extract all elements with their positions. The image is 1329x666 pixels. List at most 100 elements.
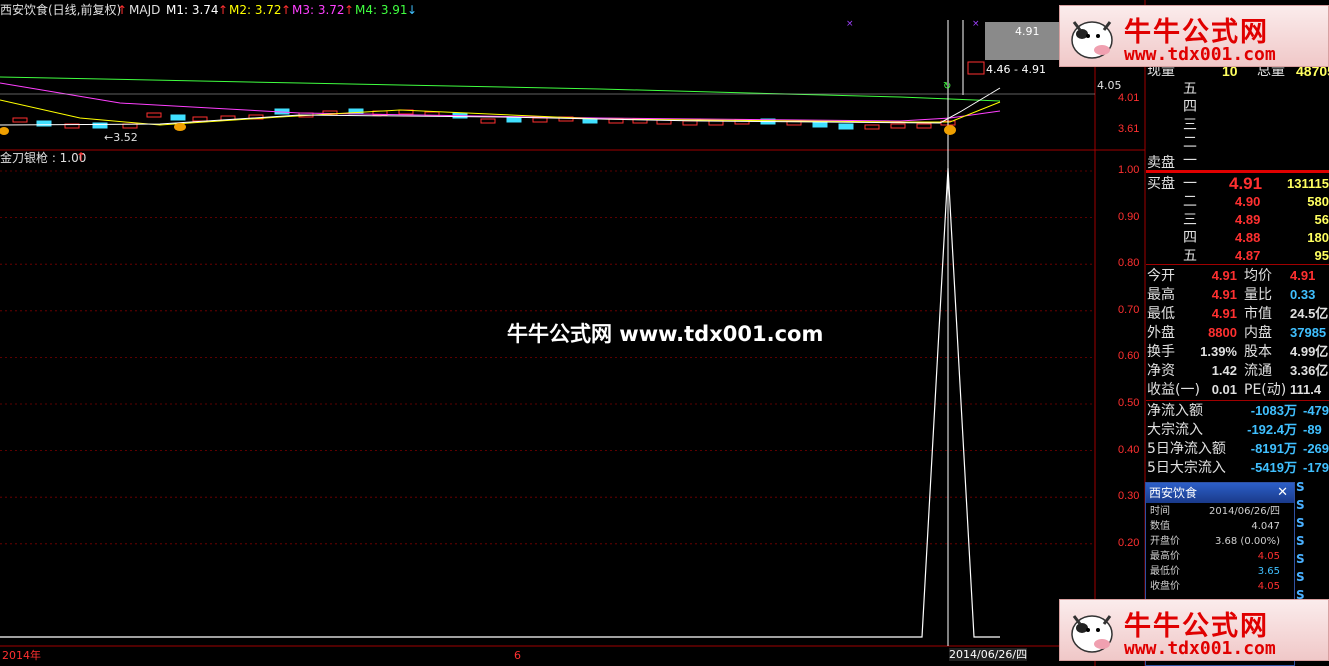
- flow-value: -1083万: [1250, 403, 1297, 418]
- tooltip-row-value: 3.68 (0.00%): [1214, 536, 1280, 547]
- buy-level-label: 三: [1183, 212, 1197, 228]
- price-ytick-2: 4.01: [1118, 92, 1140, 104]
- svg-text:×: ×: [846, 19, 854, 29]
- tooltip-row-key: 时间: [1150, 506, 1170, 517]
- stat-value: 0.01: [1211, 382, 1237, 397]
- s-letter: S: [1296, 534, 1305, 548]
- range-label: 4.46 - 4.91: [986, 63, 1046, 76]
- moving-average-lines: [0, 76, 1001, 126]
- ma-arrow-2: ↑: [281, 3, 292, 17]
- stat-key: 换手: [1147, 344, 1175, 360]
- flow-value: -192.4万: [1247, 422, 1297, 437]
- stat-key: 外盘: [1147, 325, 1175, 341]
- stat-value: 4.91: [1211, 287, 1237, 302]
- buy-level-volume: 56: [1314, 212, 1329, 227]
- tooltip-titlebar[interactable]: 西安饮食 ✕: [1146, 483, 1294, 503]
- indicator-ytick: 0.80: [1118, 257, 1140, 270]
- flow-key: 净流入额: [1147, 403, 1203, 419]
- buy-level-price: 4.87: [1235, 248, 1261, 263]
- tooltip-row-value: 3.65: [1257, 566, 1280, 577]
- tooltip-row-key: 最高价: [1150, 551, 1180, 562]
- candle: [890, 123, 906, 129]
- candle: [12, 117, 28, 123]
- candle: [192, 116, 208, 122]
- flow-key: 5日大宗流入: [1147, 460, 1226, 476]
- tooltip-title: 西安饮食: [1149, 486, 1198, 500]
- stat-value: 8800: [1208, 325, 1237, 340]
- tooltip-row-key: 最低价: [1150, 566, 1180, 577]
- flow-value: -89: [1303, 422, 1322, 437]
- sell-level-label: 三: [1183, 117, 1197, 133]
- s-letter: S: [1296, 552, 1305, 566]
- cow-icon: [1071, 21, 1113, 59]
- flow-key: 大宗流入: [1147, 422, 1203, 438]
- sell-level-label: 一: [1183, 153, 1197, 169]
- stat-value: 4.91: [1211, 268, 1237, 283]
- stat-key: 今开: [1147, 268, 1175, 284]
- stat-value: 24.5亿: [1290, 306, 1329, 321]
- tooltip-row-key: 数值: [1150, 521, 1170, 532]
- candle: [146, 112, 162, 118]
- stat-value: 37985: [1290, 325, 1327, 340]
- buy-label: 买盘: [1147, 176, 1175, 192]
- sell-level-label: 五: [1183, 81, 1197, 97]
- stat-value: 111.4: [1290, 382, 1322, 397]
- stat-value: 3.36亿: [1290, 363, 1329, 378]
- stat-key: 流通: [1244, 363, 1272, 379]
- candle: [838, 123, 854, 130]
- svg-text:×: ×: [972, 19, 980, 29]
- s-letter: S: [1296, 480, 1305, 494]
- stat-value: 4.99亿: [1290, 344, 1329, 359]
- ma-line: [0, 82, 1001, 122]
- stat-value: 1.39%: [1200, 344, 1237, 359]
- stat-key: 量比: [1244, 287, 1272, 303]
- close-icon[interactable]: ✕: [1277, 483, 1288, 503]
- stat-key: 净资: [1147, 363, 1175, 379]
- candle: [480, 118, 496, 124]
- s-letter: S: [1296, 570, 1305, 584]
- tooltip-row-value: 4.047: [1251, 521, 1280, 532]
- s-letter: S: [1296, 516, 1305, 530]
- tooltip-row-key: 开盘价: [1150, 536, 1180, 547]
- sell-level-label: 二: [1183, 135, 1197, 151]
- indicator-ytick: 0.50: [1118, 397, 1140, 409]
- ma-label-1: M1: 3.74: [166, 3, 219, 17]
- indicator-ytick: 0.20: [1118, 536, 1140, 549]
- stat-key: PE(动): [1244, 382, 1287, 398]
- buy-level-label: 四: [1183, 230, 1197, 246]
- flow-value: -5419万: [1250, 460, 1297, 475]
- watermark: 牛牛公式网 www.tdx001.com: [507, 322, 824, 346]
- indicator-name[interactable]: MAJD: [129, 4, 160, 17]
- ma-label-2: M2: 3.72: [229, 3, 282, 17]
- cow-icon: [1071, 615, 1113, 653]
- stat-key: 最高: [1147, 287, 1175, 303]
- tooltip-row-value: 2014/06/26/四: [1208, 506, 1280, 517]
- candle: [812, 121, 828, 128]
- svg-text:↻: ↻: [943, 81, 951, 92]
- buy-level-label: 一: [1183, 176, 1197, 192]
- chart-title: 西安饮食(日线,前复权): [0, 3, 122, 17]
- ma-line: [0, 76, 1001, 102]
- stat-value: 4.91: [1290, 268, 1316, 283]
- ma-line: [0, 87, 1001, 126]
- candlestick-series: [12, 108, 956, 130]
- stat-key: 内盘: [1244, 325, 1272, 341]
- indicator-ytick: 1.00: [1118, 164, 1140, 176]
- s-letter: S: [1296, 498, 1305, 512]
- buy-level-price: 4.88: [1235, 230, 1261, 245]
- indicator-title-arrow: ↑: [76, 150, 87, 164]
- stat-value: 4.91: [1211, 306, 1237, 321]
- buy-level-volume: 180: [1307, 230, 1329, 245]
- candle: [864, 124, 880, 130]
- indicator-ytick: 0.30: [1118, 490, 1140, 503]
- stat-key: 均价: [1244, 268, 1272, 284]
- logo-top: 牛牛公式网 www.tdx001.com: [1059, 5, 1329, 67]
- ma-label-3: M3: 3.72: [292, 3, 345, 17]
- indicator-line: [0, 167, 1000, 638]
- flow-value: -179: [1303, 460, 1329, 475]
- buy-level-volume: 131115: [1287, 176, 1329, 191]
- candle: [170, 114, 186, 121]
- indicator-ytick: 0.40: [1118, 443, 1140, 456]
- indicator-title: 金刀银枪 : 1.00: [0, 151, 87, 165]
- buy-level-price: 4.89: [1235, 212, 1261, 227]
